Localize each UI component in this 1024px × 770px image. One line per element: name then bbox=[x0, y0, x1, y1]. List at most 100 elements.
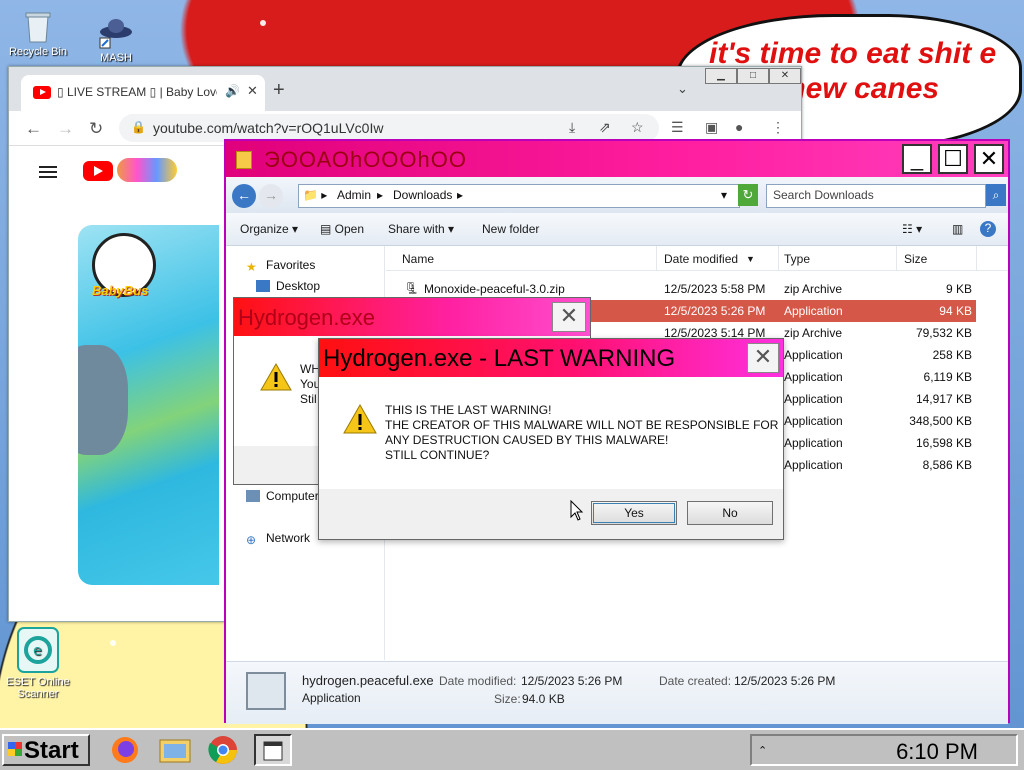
warning-icon bbox=[343, 403, 377, 434]
taskbar: Start ⌃ 6:10 PM bbox=[0, 728, 1024, 770]
forward-arrow-icon[interactable]: → bbox=[57, 119, 74, 139]
snowflake bbox=[110, 640, 116, 646]
nav-desktop[interactable]: Desktop bbox=[256, 279, 320, 293]
share-with-button[interactable]: Share with ▾ bbox=[388, 222, 454, 236]
start-label: Start bbox=[24, 737, 79, 764]
sort-down-icon: ▼ bbox=[746, 254, 755, 264]
new-folder-button[interactable]: New folder bbox=[482, 222, 539, 236]
column-divider[interactable] bbox=[896, 246, 897, 270]
chevron-right-icon[interactable]: ▸ bbox=[377, 188, 383, 202]
column-divider[interactable] bbox=[656, 246, 657, 270]
url-text: youtube.com/watch?v=rOQ1uLVc0Iw bbox=[153, 120, 384, 136]
address-bar[interactable]: 📁 ▸ Admin ▸ Downloads ▸ ▾ bbox=[298, 184, 740, 208]
browser-tab[interactable]: ▯ LIVE STREAM ▯ | Baby Love 🔊 ✕ bbox=[21, 75, 265, 111]
view-options-icon[interactable]: ☷ ▾ bbox=[902, 222, 922, 236]
app-window-icon[interactable] bbox=[254, 734, 292, 766]
speaker-icon[interactable]: 🔊 bbox=[225, 84, 240, 98]
menu-kebab-icon[interactable]: ⋮ bbox=[771, 119, 785, 136]
maximize-button[interactable]: □ bbox=[737, 68, 769, 84]
youtube-logo-icon[interactable] bbox=[83, 161, 113, 181]
minimize-button[interactable]: _ bbox=[902, 144, 932, 174]
mouse-cursor-icon bbox=[570, 500, 584, 521]
start-button[interactable]: Start bbox=[2, 734, 90, 766]
close-button[interactable]: ✕ bbox=[974, 144, 1004, 174]
preview-pane-icon[interactable]: ▥ bbox=[952, 222, 963, 236]
dialog-line: THIS IS THE LAST WARNING! bbox=[385, 403, 552, 417]
folder-icon: 📁 ▸ bbox=[303, 188, 328, 202]
back-arrow-icon[interactable]: ← bbox=[232, 184, 256, 208]
chrome-icon[interactable] bbox=[204, 734, 242, 766]
close-button[interactable]: ✕ bbox=[747, 343, 779, 373]
file-date: 12/5/2023 5:58 PM bbox=[664, 282, 766, 296]
column-name[interactable]: Name bbox=[402, 252, 434, 266]
help-icon[interactable]: ? bbox=[980, 221, 996, 237]
nav-network[interactable]: ⊕ Network bbox=[246, 531, 310, 547]
search-placeholder: Search Downloads bbox=[773, 188, 874, 202]
desktop-icon bbox=[256, 280, 270, 292]
computer-icon bbox=[246, 490, 260, 502]
breadcrumb-item[interactable]: Admin bbox=[337, 188, 371, 202]
forward-arrow-icon[interactable]: → bbox=[259, 184, 283, 208]
file-type: Application bbox=[784, 436, 843, 450]
column-type[interactable]: Type bbox=[784, 252, 810, 266]
dialog-line: ANY DESTRUCTION CAUSED BY THIS MALWARE! bbox=[385, 433, 669, 447]
close-tab-icon[interactable]: ✕ bbox=[247, 83, 258, 99]
search-input[interactable]: Search Downloads bbox=[766, 184, 986, 208]
close-button[interactable]: ✕ bbox=[552, 302, 586, 332]
command-bar: Organize ▾ ▤ Open Share with ▾ New folde… bbox=[226, 213, 1008, 246]
chevron-right-icon[interactable]: ▸ bbox=[457, 188, 463, 202]
nav-label: Desktop bbox=[276, 279, 321, 293]
reload-icon[interactable]: ↻ bbox=[89, 119, 103, 139]
dialog-line: WH bbox=[300, 362, 320, 376]
breadcrumb-item[interactable]: Downloads bbox=[393, 188, 452, 202]
column-divider[interactable] bbox=[976, 246, 977, 270]
column-date-modified[interactable]: Date modified bbox=[664, 252, 738, 266]
recycle-bin-icon bbox=[20, 8, 56, 44]
chevron-down-icon[interactable]: ▾ bbox=[721, 188, 727, 202]
reading-list-icon[interactable]: ☰ bbox=[671, 119, 684, 136]
profile-avatar-icon[interactable]: ● bbox=[735, 119, 743, 135]
desktop-icon-recycle-bin[interactable]: Recycle Bin bbox=[2, 8, 74, 58]
babybus-logo: BabyBus bbox=[92, 283, 149, 298]
column-header-row: Name Date modified ▼ Type Size bbox=[386, 246, 1008, 271]
file-type: zip Archive bbox=[784, 326, 843, 340]
clock[interactable]: 6:10 PM bbox=[896, 739, 978, 765]
details-size: 94.0 KB bbox=[522, 692, 565, 706]
tab-search-chevron-icon[interactable]: ⌄ bbox=[677, 81, 688, 97]
search-icon[interactable]: ⌕ bbox=[986, 184, 1006, 206]
details-filename: hydrogen.peaceful.exe bbox=[302, 673, 434, 688]
address-bar[interactable]: 🔒 youtube.com/watch?v=rOQ1uLVc0Iw ⤓ ⇗ ☆ bbox=[119, 114, 659, 142]
zip-file-icon: 🗜 bbox=[404, 281, 420, 295]
open-label: Open bbox=[334, 222, 365, 236]
back-arrow-icon[interactable]: ← bbox=[25, 119, 42, 139]
install-icon[interactable]: ⤓ bbox=[569, 119, 575, 136]
details-type: Application bbox=[302, 691, 361, 705]
show-hidden-icons-chevron-icon[interactable]: ⌃ bbox=[758, 744, 767, 757]
close-button[interactable]: ✕ bbox=[769, 68, 801, 84]
nav-computer[interactable]: Computer bbox=[246, 489, 319, 503]
share-icon[interactable]: ⇗ bbox=[599, 119, 611, 136]
maximize-button[interactable]: ☐ bbox=[938, 144, 968, 174]
file-manager-icon[interactable] bbox=[156, 734, 194, 766]
nav-favorites[interactable]: ★ Favorites bbox=[246, 258, 315, 274]
details-size-label: Size: bbox=[494, 692, 521, 706]
organize-button[interactable]: Organize ▾ bbox=[240, 222, 298, 236]
desktop-icon-eset[interactable]: e ESET Online Scanner bbox=[2, 626, 74, 700]
bookmark-star-icon[interactable]: ☆ bbox=[631, 119, 644, 136]
file-size: 8,586 KB bbox=[922, 458, 972, 472]
details-created: 12/5/2023 5:26 PM bbox=[734, 674, 836, 688]
new-tab-icon[interactable]: + bbox=[273, 79, 285, 102]
firefox-icon[interactable] bbox=[106, 734, 144, 766]
hamburger-menu-icon[interactable] bbox=[39, 166, 57, 168]
desktop-icon-mash[interactable]: MASH bbox=[80, 14, 152, 64]
column-size[interactable]: Size bbox=[904, 252, 927, 266]
side-panel-icon[interactable]: ▣ bbox=[705, 119, 718, 136]
video-player[interactable]: BabyBus bbox=[78, 225, 219, 585]
column-divider[interactable] bbox=[778, 246, 779, 270]
dialog-titlebar: Hydrogen.exe - LAST WARNING bbox=[319, 339, 783, 377]
refresh-icon[interactable]: ↻ bbox=[738, 184, 758, 206]
minimize-button[interactable]: ▁ bbox=[705, 68, 737, 84]
no-button[interactable]: No bbox=[687, 501, 773, 525]
open-button[interactable]: ▤ Open bbox=[320, 222, 364, 236]
yes-button[interactable]: Yes bbox=[591, 501, 677, 525]
